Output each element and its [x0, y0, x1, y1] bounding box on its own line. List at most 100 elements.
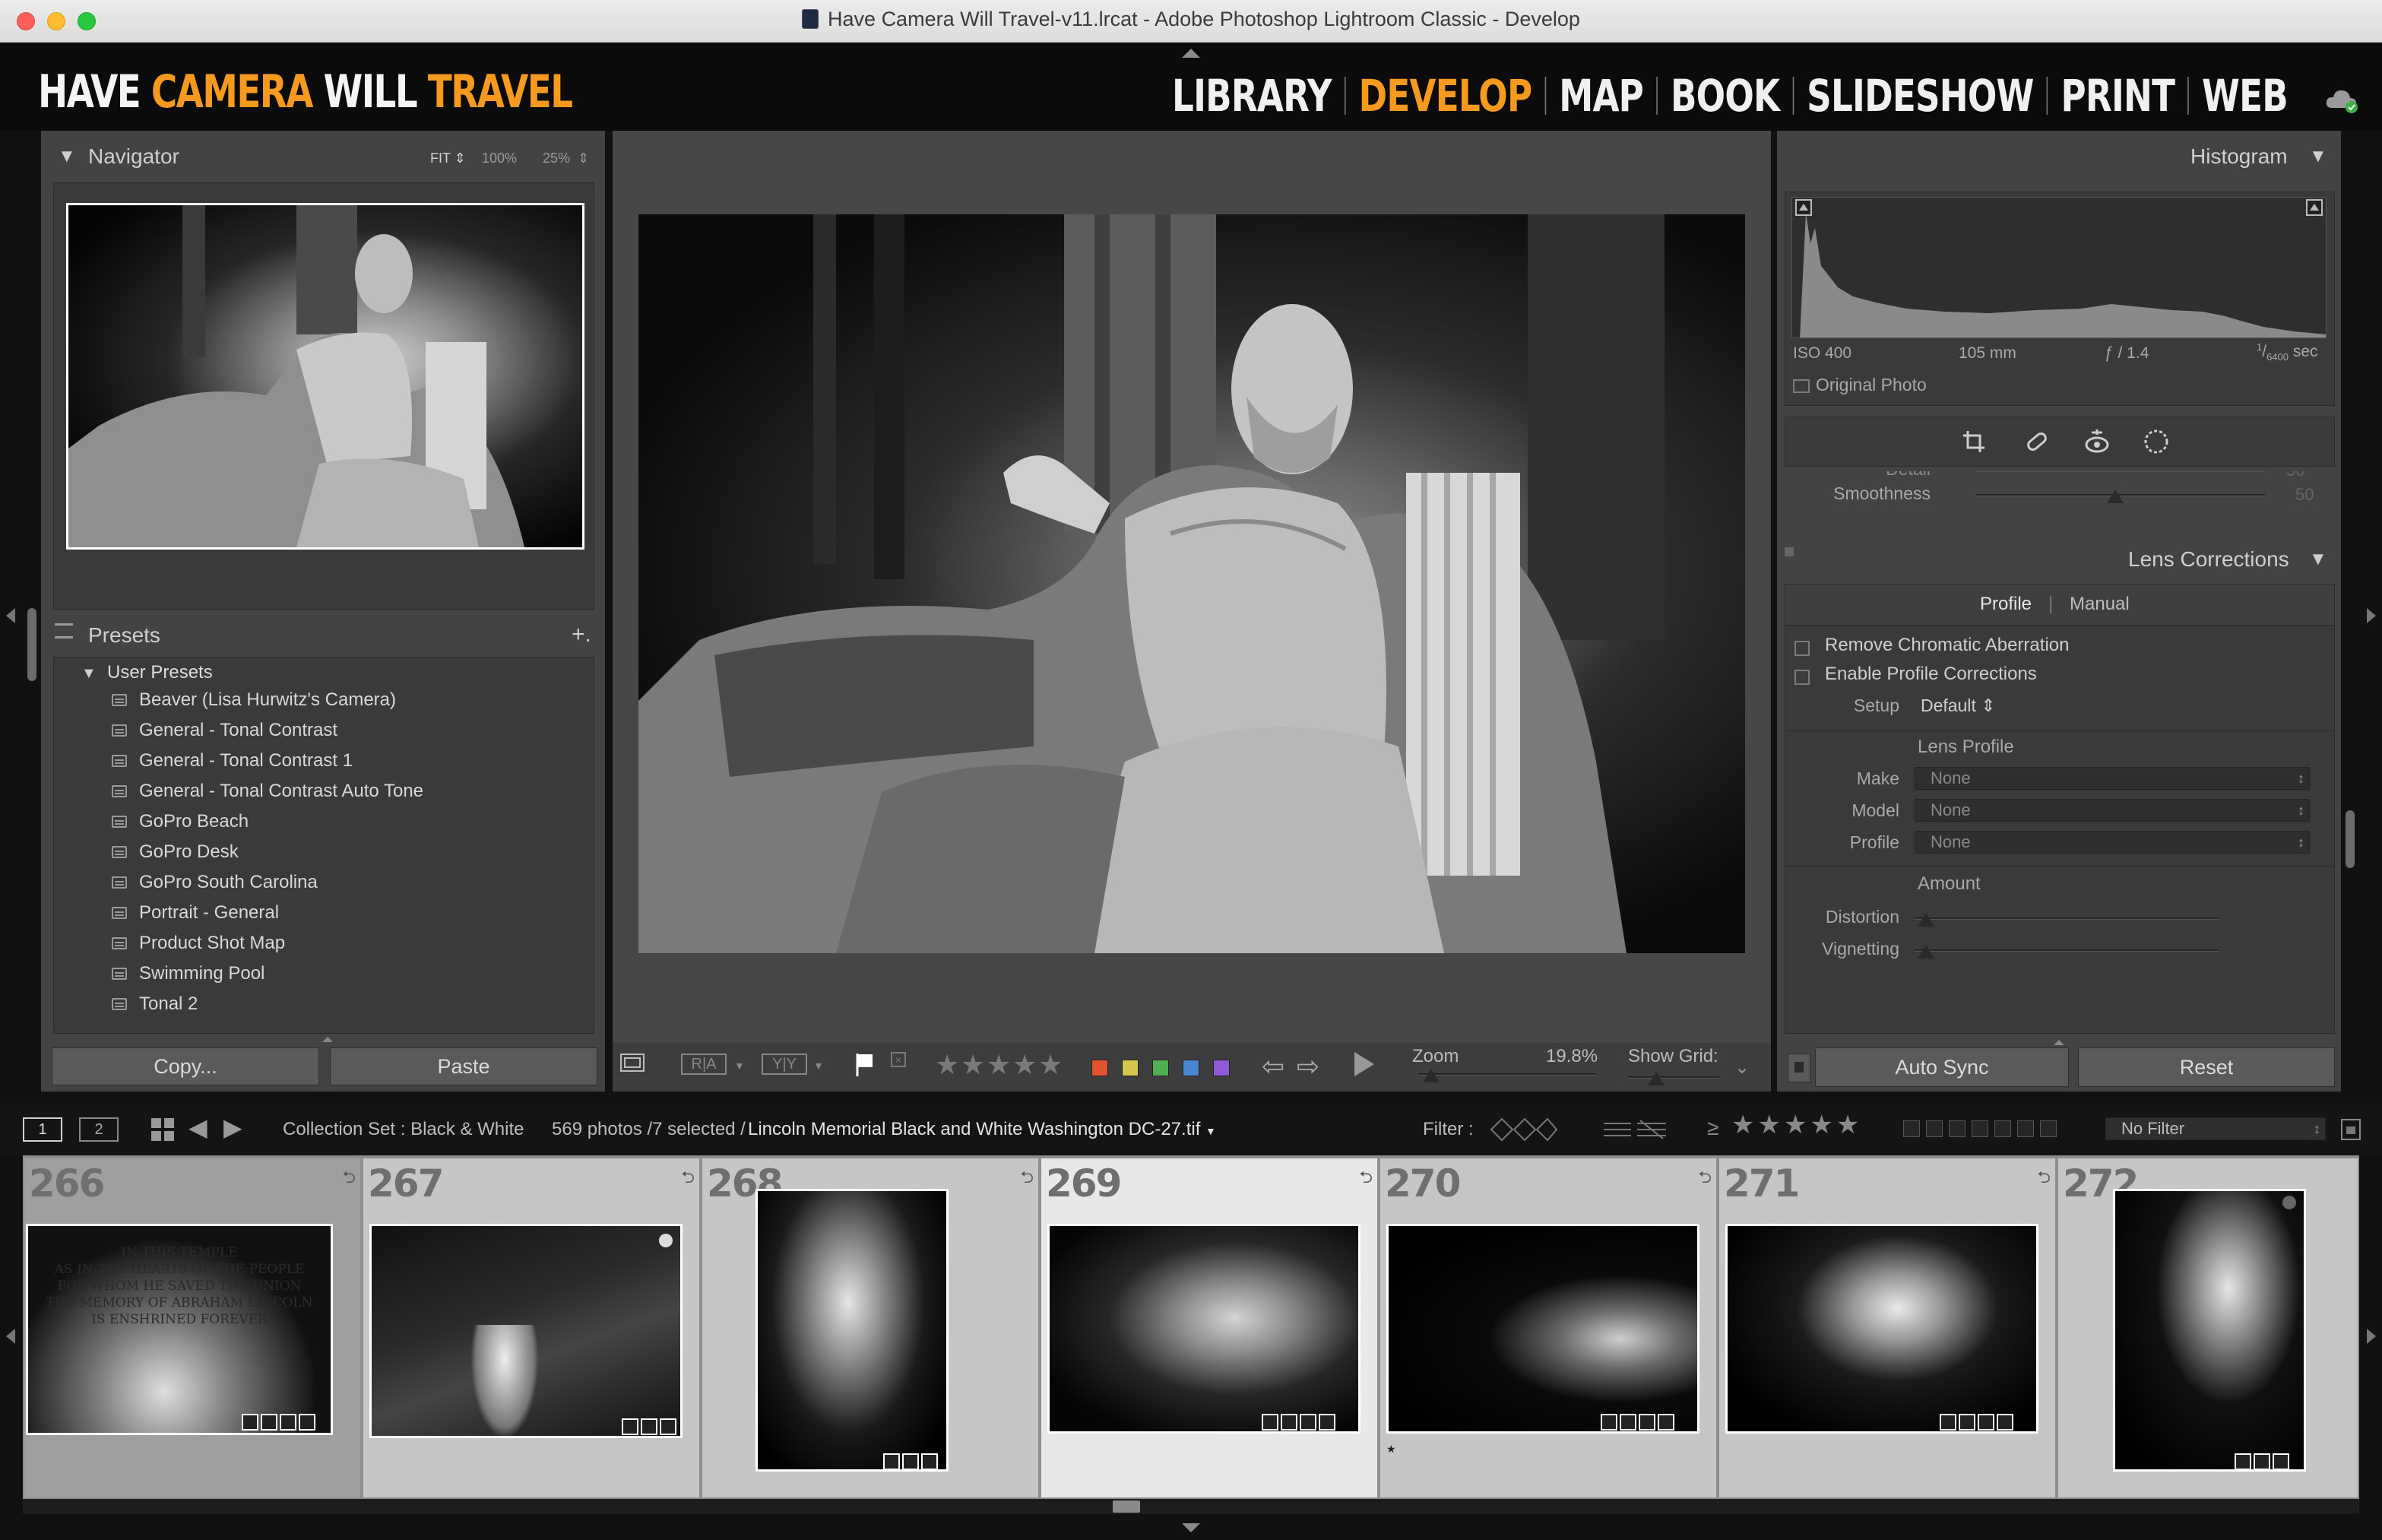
histogram-collapse-icon[interactable]: ▼	[2309, 146, 2327, 167]
model-dropdown[interactable]: None	[1915, 799, 2310, 822]
previous-photo-icon[interactable]: ⇦	[1262, 1050, 1284, 1082]
rotate-icon[interactable]: ⮌	[681, 1165, 695, 1193]
navigator-collapse-icon[interactable]: ▼	[58, 146, 76, 167]
remove-chromatic-aberration-checkbox[interactable]	[1794, 641, 1810, 656]
grid-view-icon[interactable]	[150, 1117, 175, 1142]
preset-item[interactable]: Beaver (Lisa Hurwitz's Camera)	[112, 685, 396, 715]
secondary-window-button[interactable]: 2	[79, 1117, 119, 1142]
rotate-icon[interactable]: ⮌	[342, 1165, 356, 1193]
swap-dropdown-icon[interactable]: ▼	[813, 1060, 824, 1072]
color-label-yellow[interactable]	[1122, 1060, 1139, 1076]
distortion-slider-track[interactable]	[1915, 917, 2219, 920]
module-web[interactable]: WEB	[2189, 70, 2289, 122]
rating-filter-stars[interactable]: ★★★★★	[1731, 1110, 1862, 1140]
go-forward-icon[interactable]: ▶	[223, 1113, 242, 1142]
filter-lock-icon[interactable]	[2341, 1119, 2361, 1140]
left-panel-scrollbar[interactable]	[27, 608, 36, 681]
filmstrip-cell[interactable]: 271 ⮌	[1719, 1158, 2057, 1497]
bottom-panel-toggle-icon[interactable]	[1182, 1523, 1200, 1532]
edit-filter-icon[interactable]	[1602, 1117, 1668, 1142]
rating-star-icon[interactable]: ★	[961, 1049, 985, 1081]
preset-item[interactable]: GoPro Beach	[112, 806, 249, 837]
current-filename[interactable]: Lincoln Memorial Black and White Washing…	[748, 1119, 1216, 1140]
loupe-view[interactable]	[613, 131, 1771, 1043]
rotate-icon[interactable]: ⮌	[1020, 1165, 1034, 1193]
vignetting-slider-track[interactable]	[1915, 949, 2219, 952]
preset-item[interactable]: Tonal 2	[112, 989, 198, 1019]
color-filter-boxes[interactable]	[1903, 1120, 2057, 1137]
top-panel-toggle-icon[interactable]	[1182, 49, 1200, 58]
impromptu-slideshow-icon[interactable]	[1354, 1052, 1374, 1076]
zoom-100-option[interactable]: 100%	[482, 151, 517, 166]
flag-filter-icon[interactable]	[1490, 1117, 1558, 1142]
paste-settings-button[interactable]: Paste	[330, 1047, 597, 1085]
reject-flag-icon[interactable]: ×	[891, 1052, 906, 1067]
zoom-slider-knob[interactable]	[1423, 1069, 1440, 1082]
tab-profile[interactable]: Profile	[1980, 594, 2032, 615]
filmstrip-cell[interactable]: 269 ⮌	[1041, 1158, 1379, 1497]
grid-slider-track[interactable]	[1628, 1076, 1719, 1079]
crop-tool-icon[interactable]	[1962, 429, 1986, 454]
rating-star-icon[interactable]: ★	[1012, 1049, 1037, 1081]
lens-corrections-collapse-icon[interactable]: ▼	[2309, 549, 2327, 570]
grid-slider-knob[interactable]	[1648, 1072, 1665, 1085]
rotate-icon[interactable]: ⮌	[2037, 1165, 2051, 1193]
auto-sync-toggle-switch[interactable]	[1788, 1054, 1810, 1082]
tab-manual[interactable]: Manual	[2070, 594, 2130, 615]
right-panel-scrollbar[interactable]	[2346, 810, 2355, 868]
before-after-left-right-icon[interactable]: R|A	[681, 1054, 727, 1075]
preset-item[interactable]: General - Tonal Contrast Auto Tone	[112, 776, 423, 806]
preset-item[interactable]: Portrait - General	[112, 898, 279, 928]
add-preset-button[interactable]: +.	[572, 622, 591, 648]
filter-preset-dropdown[interactable]: No Filter	[2105, 1117, 2326, 1140]
user-presets-disclosure-icon[interactable]: ▼	[81, 665, 97, 683]
distortion-slider-knob[interactable]	[1918, 913, 1934, 927]
rating-operator[interactable]: ≥	[1707, 1116, 1718, 1140]
module-library[interactable]: LIBRARY	[1159, 70, 1345, 122]
filmstrip-cell[interactable]: 266 ⮌ IN THIS TEMPLE AS IN THE HEARTS OF …	[24, 1158, 362, 1497]
filmstrip-cell[interactable]: 267 ⮌	[363, 1158, 701, 1497]
original-photo-checkbox[interactable]	[1793, 379, 1810, 393]
smoothness-slider-knob[interactable]	[2107, 490, 2124, 503]
red-eye-tool-icon[interactable]	[2083, 428, 2111, 455]
filmstrip-cell[interactable]: 268 ⮌	[702, 1158, 1040, 1497]
rating-star-icon[interactable]: ★	[935, 1049, 959, 1081]
lens-corrections-toggle-switch[interactable]	[1785, 547, 1794, 556]
user-presets-folder[interactable]: User Presets	[107, 662, 213, 683]
module-develop[interactable]: DEVELOP	[1345, 70, 1544, 122]
module-print[interactable]: PRINT	[2048, 70, 2187, 122]
loupe-view-icon[interactable]	[620, 1054, 645, 1072]
preset-item[interactable]: Product Shot Map	[112, 928, 285, 959]
cloud-sync-icon[interactable]	[2324, 82, 2359, 116]
histogram-graph[interactable]	[1791, 197, 2327, 338]
preset-item[interactable]: General - Tonal Contrast 1	[112, 746, 353, 776]
detail-partial-track[interactable]	[1976, 471, 2265, 472]
rotate-icon[interactable]: ⮌	[1359, 1165, 1373, 1193]
preset-item[interactable]: GoPro Desk	[112, 837, 239, 867]
masking-tool-icon[interactable]	[2143, 428, 2170, 455]
rating-star-icon[interactable]: ★	[987, 1049, 1011, 1081]
highlight-clipping-icon[interactable]	[2306, 199, 2323, 216]
preset-item[interactable]: GoPro South Carolina	[112, 867, 318, 898]
color-label-blue[interactable]	[1183, 1060, 1199, 1076]
zoom-25-option[interactable]: 25% ⇕	[543, 151, 589, 166]
filmstrip-source[interactable]: Collection Set : Black & White	[283, 1119, 524, 1140]
zoom-slider-track[interactable]	[1418, 1073, 1596, 1076]
before-after-swap-icon[interactable]: Y|Y	[762, 1054, 807, 1075]
zoom-fit-option[interactable]: FIT ⇕	[430, 151, 466, 166]
healing-tool-icon[interactable]	[2024, 429, 2050, 454]
rotate-icon[interactable]: ⮌	[1698, 1165, 1712, 1193]
module-book[interactable]: BOOK	[1658, 70, 1793, 122]
profile-dropdown[interactable]: None	[1915, 831, 2310, 854]
filmstrip-right-arrow-icon[interactable]	[2367, 1329, 2376, 1344]
preset-item[interactable]: Swimming Pool	[112, 959, 264, 989]
filmstrip-cell[interactable]: 272	[2058, 1158, 2358, 1497]
auto-sync-button[interactable]: Auto Sync	[1815, 1047, 2069, 1087]
setup-dropdown[interactable]: Default ⇕	[1921, 696, 1996, 716]
color-label-purple[interactable]	[1213, 1060, 1230, 1076]
color-label-green[interactable]	[1152, 1060, 1169, 1076]
left-panel-toggle-icon[interactable]	[6, 608, 15, 623]
filmstrip-scrollbar[interactable]	[23, 1499, 2359, 1514]
enable-profile-corrections-checkbox[interactable]	[1794, 670, 1810, 685]
filmstrip-cell[interactable]: 270 ⮌ ★	[1380, 1158, 1718, 1497]
